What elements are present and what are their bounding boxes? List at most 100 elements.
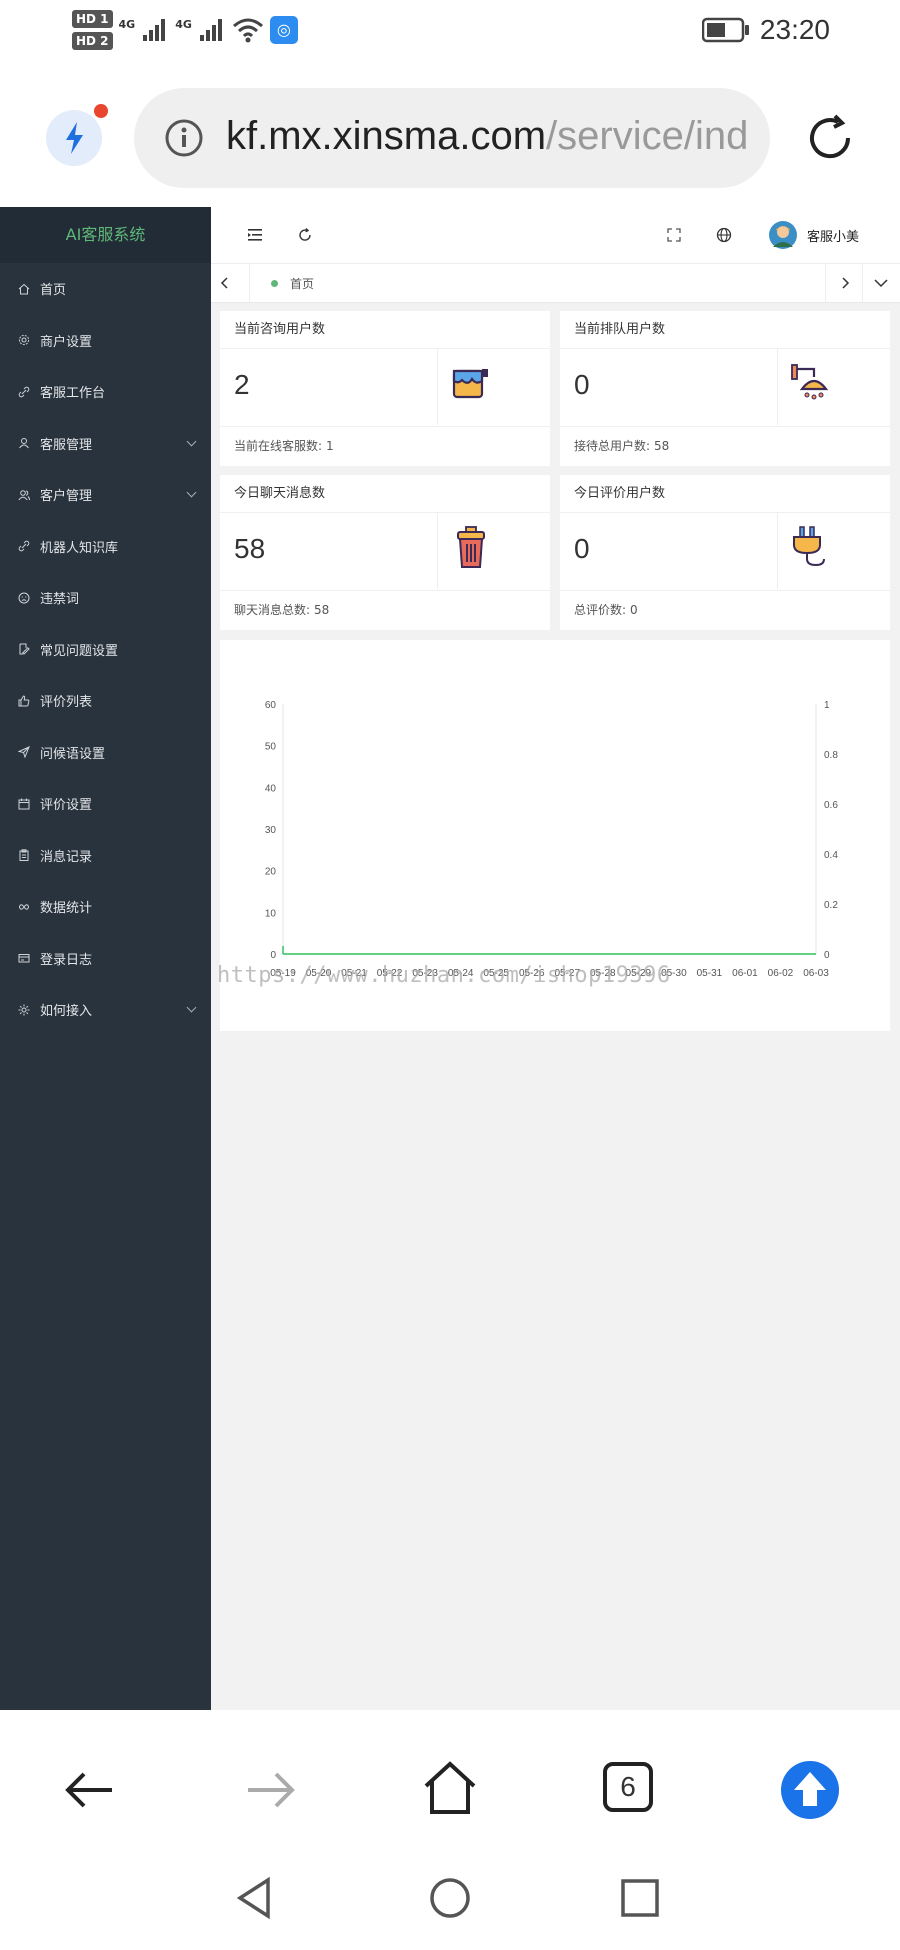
sidebar-item-label: 首页 bbox=[40, 283, 67, 299]
user-icon bbox=[18, 437, 30, 449]
doc-edit-icon bbox=[18, 643, 30, 655]
signal-icon bbox=[199, 19, 222, 41]
card-value: 2 bbox=[234, 369, 250, 400]
sidebar-item[interactable]: 问候语设置 bbox=[0, 727, 211, 779]
tabs-button[interactable]: 6 bbox=[603, 1762, 653, 1812]
card-title: 今日评价用户数 bbox=[560, 475, 890, 513]
y-left-tick-label: 0 bbox=[270, 950, 276, 961]
sidebar-item[interactable]: 评价列表 bbox=[0, 675, 211, 727]
sidebar-item[interactable]: 首页 bbox=[0, 263, 211, 315]
reload-icon[interactable] bbox=[802, 110, 858, 166]
sidebar-item-label: 违禁词 bbox=[40, 592, 80, 608]
tabs-menu-chevron-down-icon[interactable] bbox=[874, 277, 888, 289]
sidebar-item[interactable]: 消息记录 bbox=[0, 830, 211, 882]
user-menu[interactable]: 客服小美 bbox=[769, 221, 859, 249]
card-title: 当前排队用户数 bbox=[560, 311, 890, 349]
globe-icon[interactable] bbox=[716, 227, 732, 243]
sidebar-item[interactable]: 评价设置 bbox=[0, 778, 211, 830]
sidebar-menu: 首页商户设置 客服工作台客服管理客户管理机器人知识库违禁词常见问题设置评价列表 问候… bbox=[0, 263, 211, 1036]
home-icon bbox=[18, 283, 30, 295]
main-content: 客服小美 首页 当前咨询用户数 2 当前在线客服数: 1 当前排队用户数 0 接待… bbox=[211, 207, 900, 1710]
chevron-down-icon bbox=[186, 487, 197, 498]
y-right-tick-label: 0.8 bbox=[824, 750, 838, 761]
thumb-up-icon bbox=[18, 695, 30, 707]
card-foot-value: 58 bbox=[314, 603, 330, 617]
card-foot-label: 当前在线客服数: bbox=[234, 439, 323, 453]
battery-icon bbox=[701, 17, 749, 43]
sidebar-item-label: 评价设置 bbox=[40, 798, 93, 814]
x-tick-label: 06-01 bbox=[732, 968, 758, 979]
username: 客服小美 bbox=[807, 229, 860, 245]
users-icon bbox=[18, 489, 30, 501]
sim2-badge: HD 2 bbox=[72, 32, 113, 50]
menu-toggle-icon[interactable] bbox=[247, 227, 263, 243]
system-home-icon[interactable] bbox=[428, 1876, 472, 1920]
chevron-down-icon bbox=[186, 436, 197, 446]
sidebar-item[interactable]: 如何接入 bbox=[0, 984, 211, 1036]
y-left-tick-label: 50 bbox=[265, 742, 277, 753]
sidebar-item[interactable]: 机器人知识库 bbox=[0, 521, 211, 573]
tab-divider bbox=[862, 264, 863, 302]
y-left-tick-label: 30 bbox=[265, 825, 277, 836]
sidebar-item-label: 常见问题设置 bbox=[40, 643, 119, 659]
tab-home-label: 首页 bbox=[290, 276, 315, 291]
tab-home[interactable]: 首页 bbox=[251, 264, 314, 302]
url-text[interactable]: kf.mx.xinsma.com/service/ind bbox=[226, 114, 748, 159]
system-recents-icon[interactable] bbox=[618, 1876, 662, 1920]
sidebar-item[interactable]: 客户管理 bbox=[0, 469, 211, 521]
address-bar[interactable]: kf.mx.xinsma.com/service/ind bbox=[134, 88, 770, 188]
quick-action-button[interactable] bbox=[46, 104, 108, 166]
face-icon bbox=[18, 592, 30, 604]
app-notification-icon: ◎ bbox=[269, 16, 298, 44]
fullscreen-icon[interactable] bbox=[667, 228, 681, 242]
trash-bin-icon bbox=[457, 526, 485, 568]
sidebar-item[interactable]: 数据统计 bbox=[0, 881, 211, 933]
sidebar: AI客服系统 首页商户设置 客服工作台客服管理客户管理机器人知识库违禁词常见问题设… bbox=[0, 207, 211, 1710]
watermark: https://www.huzhan.com/ishop19396 bbox=[217, 963, 671, 988]
sidebar-item[interactable]: 违禁词 bbox=[0, 572, 211, 624]
sidebar-item[interactable]: 客服工作台 bbox=[0, 366, 211, 418]
status-bar: HD 1 HD 2 4G 4G ◎ 23:20 bbox=[0, 0, 900, 70]
card-value: 58 bbox=[234, 533, 266, 564]
y-right-tick-label: 0.6 bbox=[824, 800, 838, 811]
y-right-tick-label: 0.2 bbox=[824, 900, 838, 911]
tabs-next-icon[interactable] bbox=[839, 277, 851, 289]
top-header: 客服小美 bbox=[211, 207, 900, 264]
sidebar-item[interactable]: 登录日志 bbox=[0, 933, 211, 985]
notification-dot bbox=[94, 104, 108, 118]
y-left-tick-label: 10 bbox=[265, 908, 277, 919]
tab-bar: 首页 bbox=[211, 264, 900, 303]
sidebar-item-label: 客服管理 bbox=[40, 437, 93, 453]
settings-icon bbox=[18, 1004, 30, 1016]
info-icon[interactable] bbox=[164, 118, 204, 158]
link-icon bbox=[18, 386, 30, 398]
sidebar-item-label: 数据统计 bbox=[40, 901, 93, 917]
sidebar-item[interactable]: 客服管理 bbox=[0, 418, 211, 470]
forward-arrow-icon[interactable] bbox=[242, 1762, 298, 1818]
sidebar-item[interactable]: 常见问题设置 bbox=[0, 624, 211, 676]
avatar bbox=[769, 221, 797, 249]
home-icon[interactable] bbox=[420, 1758, 480, 1818]
network-type-2: 4G bbox=[175, 17, 192, 31]
card-foot-value: 58 bbox=[654, 439, 670, 453]
upload-arrow-icon[interactable] bbox=[780, 1760, 840, 1820]
app-logo-title: AI客服系统 bbox=[0, 207, 211, 263]
card-foot-label: 聊天消息总数: bbox=[234, 603, 311, 617]
y-right-tick-label: 0.4 bbox=[824, 850, 838, 861]
clipboard-icon bbox=[18, 849, 30, 862]
card-foot-value: 1 bbox=[326, 439, 334, 453]
back-arrow-icon[interactable] bbox=[62, 1762, 118, 1818]
system-back-icon[interactable] bbox=[234, 1876, 278, 1920]
refresh-icon[interactable] bbox=[297, 227, 313, 243]
stat-card-consulting-users: 当前咨询用户数 2 当前在线客服数: 1 bbox=[220, 311, 550, 466]
sidebar-item[interactable]: 商户设置 bbox=[0, 315, 211, 367]
sidebar-item-label: 客户管理 bbox=[40, 489, 93, 505]
url-path: /service/ind bbox=[546, 114, 749, 158]
sim1-badge: HD 1 bbox=[72, 10, 113, 28]
card-foot-label: 总评价数: bbox=[574, 603, 627, 617]
lightning-icon bbox=[66, 122, 83, 154]
y-left-tick-label: 60 bbox=[265, 700, 277, 711]
signal-icon bbox=[143, 19, 166, 41]
plug-icon bbox=[793, 526, 825, 567]
tabs-prev-icon[interactable] bbox=[219, 277, 231, 289]
